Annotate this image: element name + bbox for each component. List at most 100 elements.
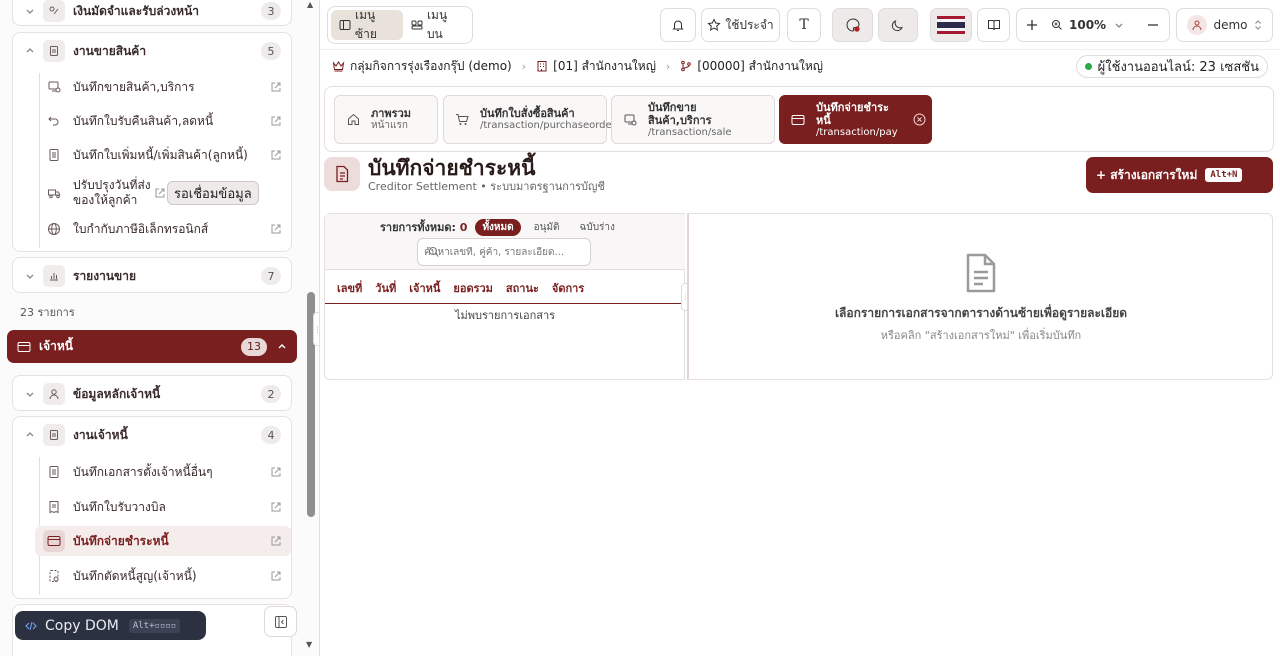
column-header[interactable]: จัดการ xyxy=(552,279,584,297)
chevron-right-icon: › xyxy=(521,59,527,73)
item-label: บันทึกจ่ายชำระหนี้ xyxy=(73,533,169,548)
zoom-level[interactable]: 100% xyxy=(1069,18,1106,32)
group-report[interactable]: รายงานขาย 7 xyxy=(12,257,292,293)
sidebar-item-debit-note[interactable]: บันทึกใบเพิ่มหนี้/เพิ่มสินค้า(ลูกหนี้) xyxy=(35,140,291,170)
sidebar-item-pay[interactable]: บันทึกจ่ายชำระหนี้ xyxy=(35,526,291,556)
external-link-icon[interactable] xyxy=(269,535,283,547)
theme-palette-button[interactable] xyxy=(832,8,873,42)
group-sales-header[interactable]: งานขายสินค้า 5 xyxy=(13,33,291,69)
tab-pay[interactable]: บันทึกจ่ายชำระหนี้ /transaction/pay xyxy=(779,95,932,144)
create-document-button[interactable]: + สร้างเอกสารใหม่ Alt+N xyxy=(1086,157,1273,193)
language-button[interactable] xyxy=(930,8,972,42)
sidebar-item-etax[interactable]: ใบกำกับภาษีอิเล็กทรอนิกส์ xyxy=(35,214,291,244)
palette-icon xyxy=(845,17,861,33)
sale-icon xyxy=(620,113,640,127)
menu-left-button[interactable]: เมนูซ้าย xyxy=(331,8,403,41)
tab-subtitle: /transaction/sale xyxy=(648,126,732,138)
group-label: งานขายสินค้า xyxy=(73,43,147,58)
scroll-down-arrow[interactable]: ▼ xyxy=(306,640,312,649)
external-link-icon[interactable] xyxy=(153,187,167,199)
tab-sale[interactable]: บันทึกขาย สินค้า,บริการ /transaction/sal… xyxy=(611,95,775,144)
external-link-icon[interactable] xyxy=(269,466,283,478)
external-link-icon[interactable] xyxy=(269,81,283,93)
collapse-sidebar-button[interactable] xyxy=(264,606,297,637)
item-label: บันทึกเอกสารตั้งเจ้าหนี้อื่นๆ xyxy=(73,464,213,479)
tab-bar: ภาพรวม หน้าแรก บันทึกใบสั่งซื้อสินค้า /t… xyxy=(324,86,1274,152)
tooltip-pending: รอเชื่อมข้อมูล xyxy=(167,181,259,205)
scroll-up-arrow[interactable]: ▲ xyxy=(307,0,313,9)
book-button[interactable] xyxy=(977,8,1010,42)
breadcrumb-branch-label: [01] สำนักงานใหญ่ xyxy=(553,58,656,73)
filter-all[interactable]: ทั้งหมด xyxy=(475,218,521,236)
column-header[interactable]: วันที่ xyxy=(375,279,396,297)
copy-dom-label: Copy DOM xyxy=(45,617,119,634)
breadcrumb-company-label: กลุ่มกิจการรุ่งเรืองกรุ๊ป (demo) xyxy=(350,58,512,73)
item-label: บันทึกใบรับวางบิล xyxy=(73,499,166,514)
sidebar-collapse-icon xyxy=(274,615,288,629)
zoom-in-button[interactable] xyxy=(1017,19,1047,31)
topbar-layout-icon xyxy=(411,19,423,31)
sidebar-item-return[interactable]: บันทึกใบรับคืนสินค้า,ลดหนี้ xyxy=(35,106,291,136)
external-link-icon[interactable] xyxy=(269,570,283,582)
external-link-icon[interactable] xyxy=(269,501,283,513)
sidebar-item-sale[interactable]: บันทึกขายสินค้า,บริการ xyxy=(35,72,291,102)
create-document-label: + สร้างเอกสารใหม่ xyxy=(1096,167,1198,182)
external-link-icon[interactable] xyxy=(269,115,283,127)
external-link-icon[interactable] xyxy=(269,149,283,161)
item-label: บันทึกขายสินค้า,บริการ xyxy=(73,79,195,94)
font-size-label: T xyxy=(799,17,809,33)
sidebar-layout-icon xyxy=(339,19,351,31)
credit-card-icon xyxy=(788,114,808,126)
star-icon xyxy=(707,18,721,32)
sidebar-item-other-payable[interactable]: บันทึกเอกสารตั้งเจ้าหนี้อื่นๆ xyxy=(35,457,291,487)
tab-overview[interactable]: ภาพรวม หน้าแรก xyxy=(334,95,438,144)
group-deposit[interactable]: เงินมัดจำและรับล่วงหน้า 3 xyxy=(12,0,292,26)
item-label: บันทึกใบเพิ่มหนี้/เพิ่มสินค้า(ลูกหนี้) xyxy=(73,147,248,162)
favorites-button[interactable]: ใช้ประจำ xyxy=(701,8,780,42)
external-link-icon[interactable] xyxy=(269,223,283,235)
group-count: 7 xyxy=(261,267,281,285)
create-document-shortcut: Alt+N xyxy=(1205,168,1243,182)
breadcrumb-dept[interactable]: [00000] สำนักงานใหญ่ xyxy=(680,57,823,76)
sidebar-item-bad-debt[interactable]: บันทึกตัดหนี้สูญ(เจ้าหนี้) xyxy=(35,561,291,591)
tab-purchaseorder[interactable]: บันทึกใบสั่งซื้อสินค้า /transaction/purc… xyxy=(443,95,616,144)
menu-top-label: เมนูบน xyxy=(426,8,448,41)
chevron-updown-icon xyxy=(1254,19,1262,31)
document-icon xyxy=(43,40,65,62)
filter-approved[interactable]: อนุมัติ xyxy=(527,219,567,236)
online-users-badge: ผู้ใช้งานออนไลน์: 23 เซสชัน xyxy=(1075,55,1268,78)
column-header[interactable]: ยอดรวม xyxy=(453,279,493,297)
font-size-button[interactable]: T xyxy=(787,8,821,42)
close-tab-icon[interactable] xyxy=(910,113,930,126)
code-icon xyxy=(25,620,37,632)
tab-title: บันทึกขาย xyxy=(648,100,697,114)
menu-left-label: เมนูซ้าย xyxy=(355,8,377,41)
column-header[interactable]: เจ้าหนี้ xyxy=(409,279,440,297)
column-header[interactable]: เลขที่ xyxy=(337,279,362,297)
tab-title: บันทึกจ่ายชำระหนี้ xyxy=(816,100,889,127)
user-menu-button[interactable]: demo xyxy=(1176,8,1273,42)
sidebar-resize-handle[interactable]: ⋮ xyxy=(313,312,319,346)
dark-mode-button[interactable] xyxy=(878,8,918,42)
online-users-text: ผู้ใช้งานออนไลน์: 23 เซสชัน xyxy=(1097,60,1259,75)
chevron-right-icon: › xyxy=(665,59,671,73)
total-count: รายการทั้งหมด: 0 xyxy=(380,218,467,236)
search-input[interactable] xyxy=(424,246,574,258)
document-icon xyxy=(43,144,65,166)
zoom-out-button[interactable] xyxy=(1138,19,1168,31)
breadcrumb-company[interactable]: กลุ่มกิจการรุ่งเรืองกรุ๊ป (demo) xyxy=(332,57,512,76)
filter-draft[interactable]: ฉบับร่าง xyxy=(573,219,622,236)
group-creditor-work-header[interactable]: งานเจ้าหนี้ 4 xyxy=(13,417,291,453)
column-header[interactable]: สถานะ xyxy=(506,279,539,297)
breadcrumb-branch[interactable]: [01] สำนักงานใหญ่ xyxy=(536,57,656,76)
sidebar-item-billing[interactable]: บันทึกใบรับวางบิล xyxy=(35,492,291,522)
search-box xyxy=(417,238,591,266)
section-creditor[interactable]: เจ้าหนี้ 13 xyxy=(7,330,297,363)
group-creditor-master[interactable]: ข้อมูลหลักเจ้าหนี้ 2 xyxy=(12,375,292,411)
copy-dom-button[interactable]: Copy DOM Alt+▫▫▫▫ xyxy=(15,611,206,640)
menu-top-button[interactable]: เมนูบน xyxy=(403,8,469,41)
group-label: รายงานขาย xyxy=(73,268,136,283)
item-count: 23 รายการ xyxy=(20,306,75,319)
notifications-button[interactable] xyxy=(660,8,696,42)
cart-icon xyxy=(452,113,472,126)
